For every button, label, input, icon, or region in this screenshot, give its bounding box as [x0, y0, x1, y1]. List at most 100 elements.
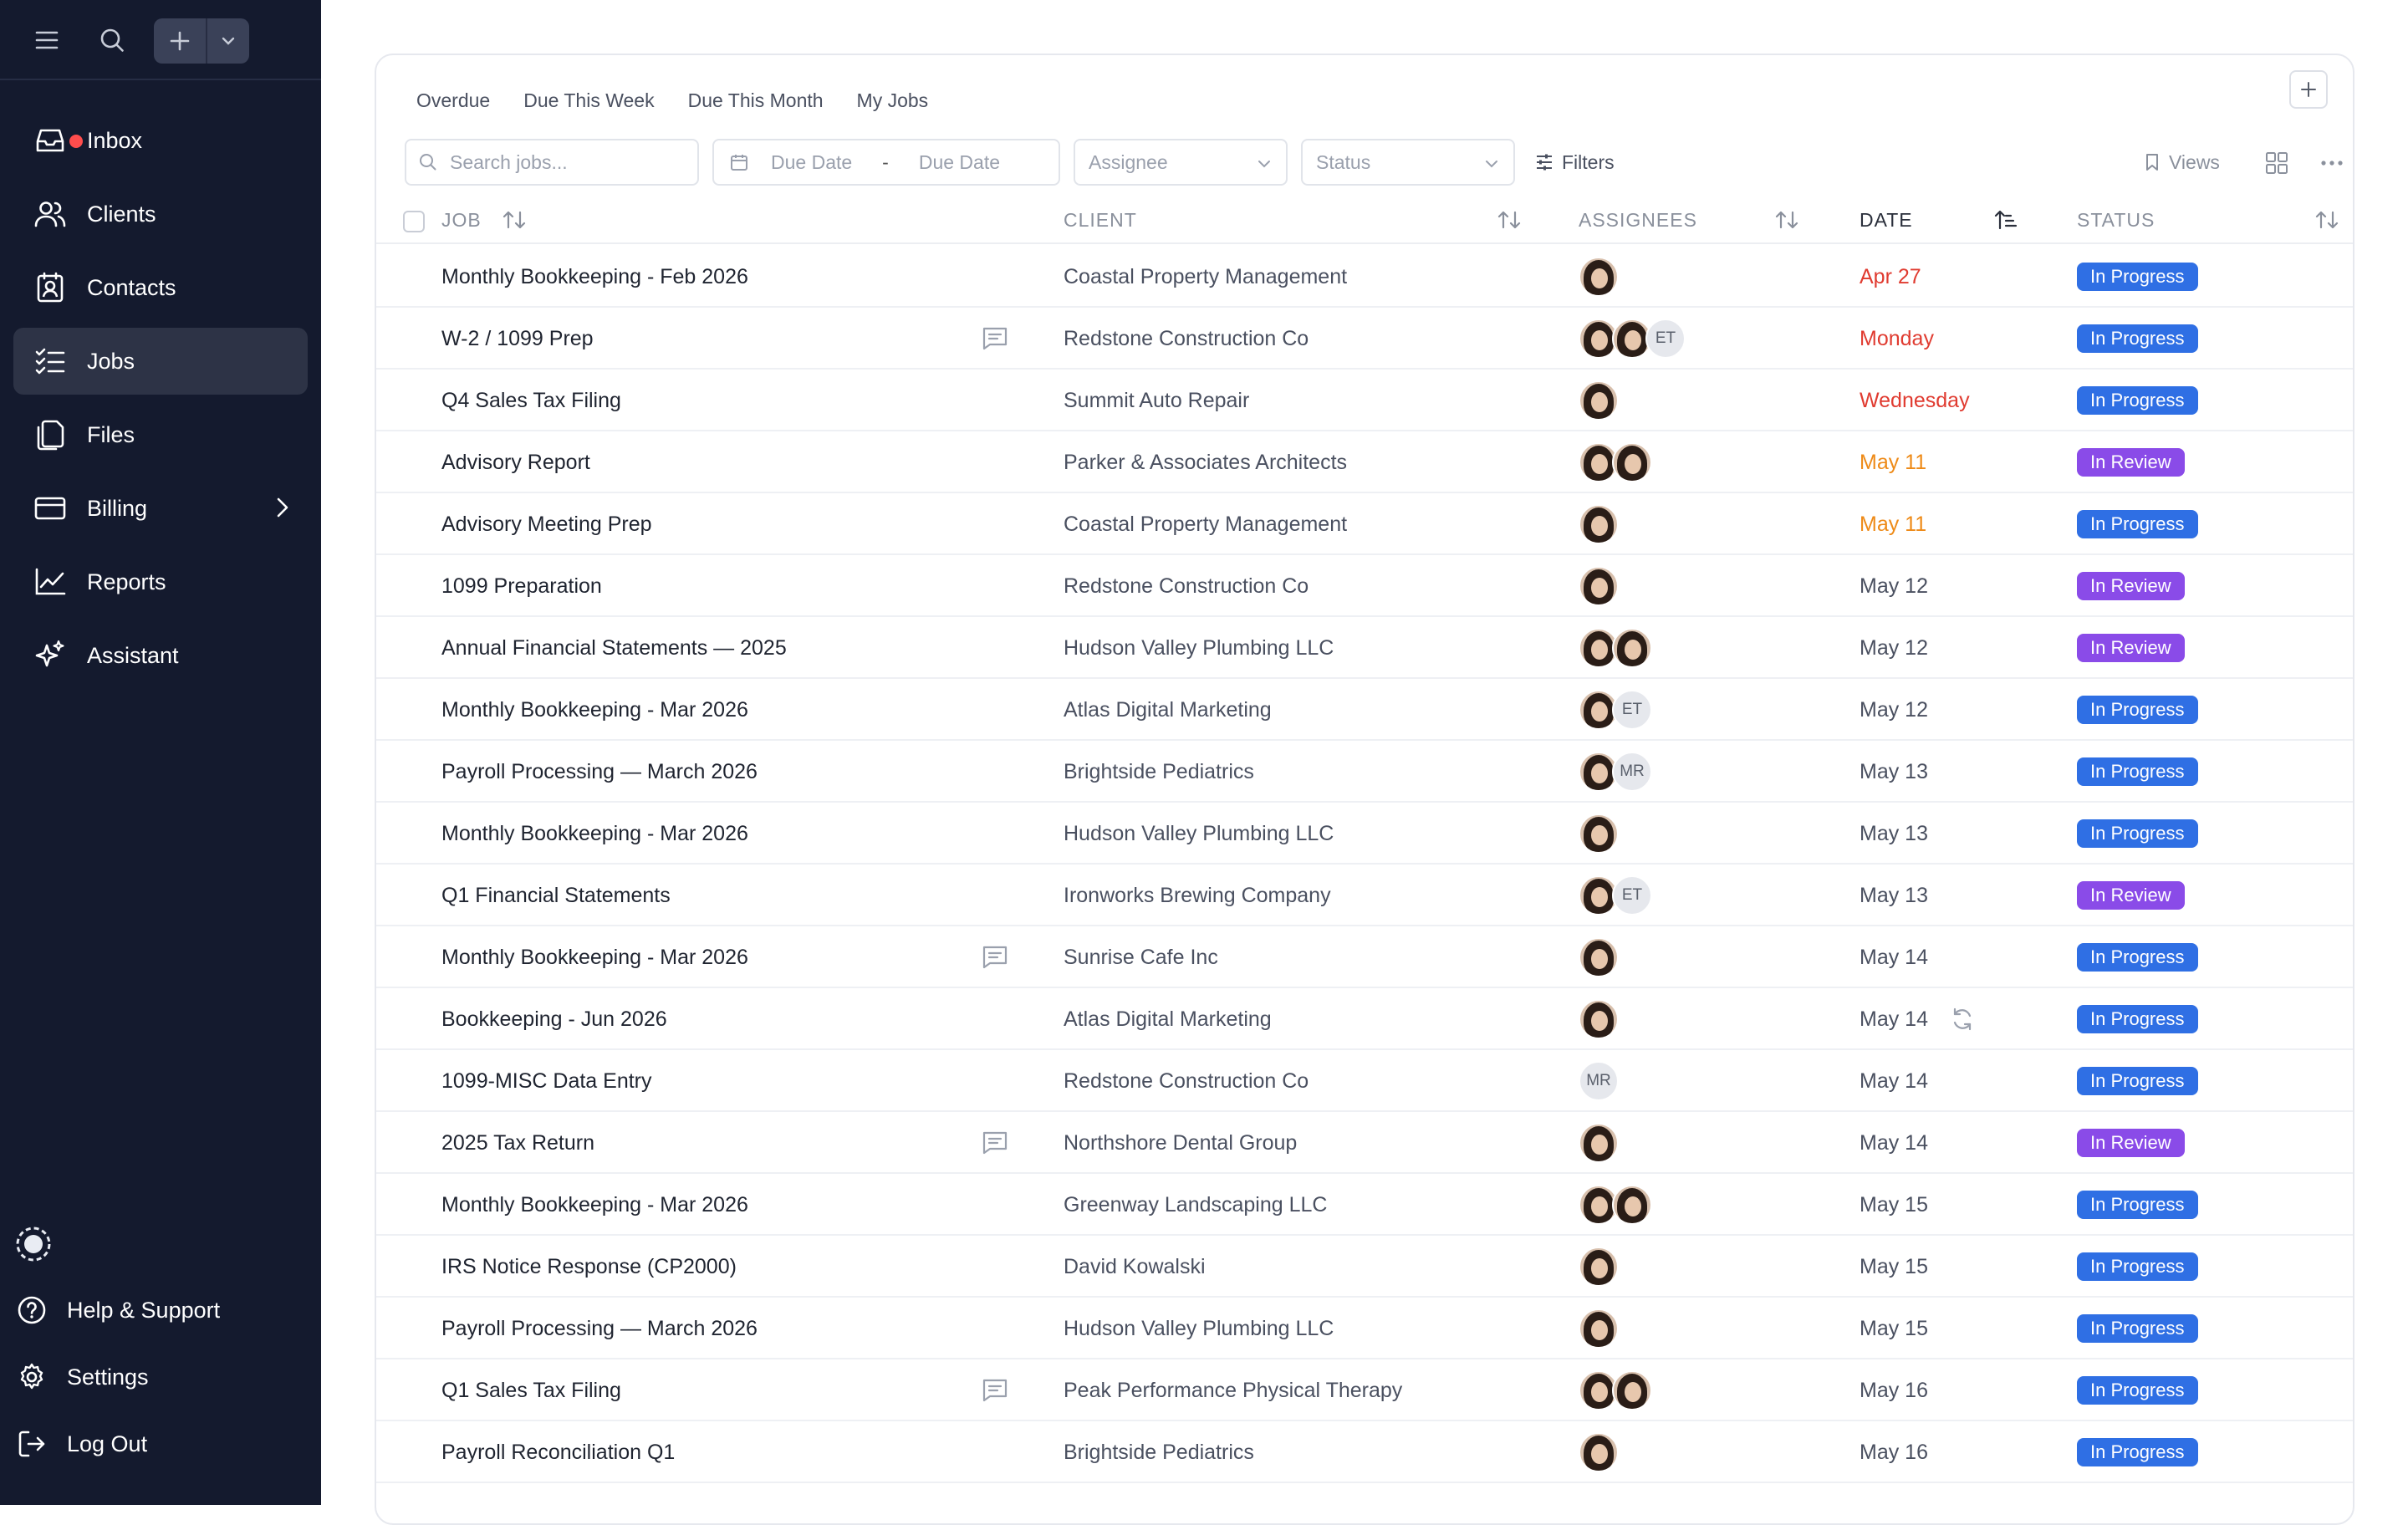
client-name[interactable]: Summit Auto Repair: [1064, 370, 1249, 431]
client-name[interactable]: Coastal Property Management: [1064, 493, 1347, 555]
avatar-initials[interactable]: MR: [1579, 1061, 1619, 1101]
comment-icon[interactable]: [982, 1378, 1008, 1407]
client-name[interactable]: Peak Performance Physical Therapy: [1064, 1359, 1402, 1421]
job-name[interactable]: 1099-MISC Data Entry: [441, 1050, 652, 1112]
create-new-button[interactable]: [154, 18, 249, 64]
job-name[interactable]: Advisory Meeting Prep: [441, 493, 652, 555]
status-badge[interactable]: In Review: [2077, 634, 2185, 662]
grid-view-icon[interactable]: [2264, 150, 2289, 180]
sidebar-item-reports[interactable]: Reports: [13, 548, 308, 615]
table-row[interactable]: Bookkeeping - Jun 2026 Atlas Digital Mark…: [376, 988, 2353, 1050]
table-row[interactable]: Monthly Bookkeeping - Mar 2026 Sunrise Ca…: [376, 926, 2353, 988]
table-row[interactable]: Payroll Reconciliation Q1 Brightside Pedi…: [376, 1421, 2353, 1483]
avatar[interactable]: [1579, 814, 1619, 854]
more-options-icon[interactable]: [2319, 150, 2344, 180]
client-name[interactable]: Brightside Pediatrics: [1064, 741, 1254, 803]
client-name[interactable]: Hudson Valley Plumbing LLC: [1064, 617, 1334, 679]
client-name[interactable]: Redstone Construction Co: [1064, 308, 1309, 370]
status-badge[interactable]: In Progress: [2077, 510, 2198, 538]
client-name[interactable]: Atlas Digital Marketing: [1064, 679, 1272, 741]
table-row[interactable]: 1099-MISC Data Entry Redstone Constructio…: [376, 1050, 2353, 1112]
avatar[interactable]: [1579, 257, 1619, 297]
hamburger-menu-icon[interactable]: [30, 23, 64, 57]
sidebar-item-files[interactable]: Files: [13, 401, 308, 468]
job-name[interactable]: Monthly Bookkeeping - Mar 2026: [441, 926, 748, 988]
due-date-end[interactable]: Due Date: [919, 151, 1000, 174]
status-badge[interactable]: In Progress: [2077, 1005, 2198, 1033]
filters-button[interactable]: Filters: [1535, 139, 1615, 186]
table-row[interactable]: Monthly Bookkeeping - Mar 2026 Greenway L…: [376, 1174, 2353, 1236]
table-row[interactable]: Monthly Bookkeeping - Mar 2026 Hudson Val…: [376, 803, 2353, 865]
status-select[interactable]: Status: [1301, 139, 1515, 186]
job-name[interactable]: 2025 Tax Return: [441, 1112, 594, 1174]
table-row[interactable]: 1099 Preparation Redstone Construction Co…: [376, 555, 2353, 617]
search-field[interactable]: [405, 139, 699, 186]
sort-icon[interactable]: [1497, 209, 1522, 231]
sidebar-item-jobs[interactable]: Jobs: [13, 328, 308, 395]
job-name[interactable]: Payroll Processing — March 2026: [441, 1298, 758, 1359]
status-badge[interactable]: In Progress: [2077, 1438, 2198, 1466]
avatar[interactable]: [1579, 999, 1619, 1039]
client-name[interactable]: David Kowalski: [1064, 1236, 1206, 1298]
sort-icon[interactable]: [502, 209, 527, 231]
status-badge[interactable]: In Progress: [2077, 757, 2198, 786]
table-row[interactable]: Monthly Bookkeeping - Mar 2026 Atlas Digi…: [376, 679, 2353, 741]
job-name[interactable]: W-2 / 1099 Prep: [441, 308, 594, 370]
assignee-select[interactable]: Assignee: [1074, 139, 1288, 186]
job-name[interactable]: Q1 Sales Tax Filing: [441, 1359, 621, 1421]
avatar[interactable]: [1579, 504, 1619, 544]
status-badge[interactable]: In Progress: [2077, 943, 2198, 972]
avatar[interactable]: [1579, 1123, 1619, 1163]
table-row[interactable]: W-2 / 1099 Prep Redstone Construction Co E…: [376, 308, 2353, 370]
chevron-right-icon[interactable]: [276, 497, 289, 523]
avatar-initials[interactable]: ET: [1612, 690, 1652, 730]
table-row[interactable]: Annual Financial Statements — 2025 Hudson…: [376, 617, 2353, 679]
job-name[interactable]: Monthly Bookkeeping - Mar 2026: [441, 803, 748, 865]
avatar-initials[interactable]: ET: [1612, 875, 1652, 916]
sort-ascending-icon[interactable]: [1993, 209, 2018, 231]
views-button[interactable]: Views: [2144, 139, 2220, 186]
sidebar-item-clients[interactable]: Clients: [13, 181, 308, 247]
sidebar-help-support-button[interactable]: Help & Support: [13, 1281, 308, 1339]
status-badge[interactable]: In Progress: [2077, 1191, 2198, 1219]
status-badge[interactable]: In Progress: [2077, 1376, 2198, 1405]
job-name[interactable]: Monthly Bookkeeping - Mar 2026: [441, 679, 748, 741]
table-row[interactable]: Advisory Meeting Prep Coastal Property Ma…: [376, 493, 2353, 555]
client-name[interactable]: Brightside Pediatrics: [1064, 1421, 1254, 1483]
sidebar-item-billing[interactable]: Billing: [13, 475, 308, 542]
table-row[interactable]: Advisory Report Parker & Associates Archi…: [376, 431, 2353, 493]
status-badge[interactable]: In Progress: [2077, 819, 2198, 848]
avatar[interactable]: [1579, 1247, 1619, 1287]
table-row[interactable]: Q4 Sales Tax Filing Summit Auto Repair Wed…: [376, 370, 2353, 431]
tab-due-this-week[interactable]: Due This Week: [523, 77, 654, 124]
status-badge[interactable]: In Progress: [2077, 324, 2198, 353]
job-name[interactable]: Monthly Bookkeeping - Mar 2026: [441, 1174, 748, 1236]
client-name[interactable]: Coastal Property Management: [1064, 246, 1347, 308]
column-header-status[interactable]: STATUS: [2077, 196, 2155, 244]
table-row[interactable]: Q1 Financial Statements Ironworks Brewing…: [376, 865, 2353, 926]
status-badge[interactable]: In Review: [2077, 1129, 2185, 1157]
select-all-checkbox[interactable]: [403, 211, 425, 232]
tab-due-this-month[interactable]: Due This Month: [688, 77, 824, 124]
column-header-job[interactable]: JOB: [441, 196, 482, 244]
avatar-initials[interactable]: ET: [1645, 319, 1686, 359]
tab-overdue[interactable]: Overdue: [416, 77, 490, 124]
comment-icon[interactable]: [982, 945, 1008, 974]
status-badge[interactable]: In Progress: [2077, 263, 2198, 291]
table-row[interactable]: IRS Notice Response (CP2000) David Kowals…: [376, 1236, 2353, 1298]
table-row[interactable]: Monthly Bookkeeping - Feb 2026 Coastal Pr…: [376, 246, 2353, 308]
avatar-initials[interactable]: MR: [1612, 752, 1652, 792]
table-row[interactable]: 2025 Tax Return Northshore Dental Group Ma…: [376, 1112, 2353, 1174]
sidebar-item-contacts[interactable]: Contacts: [13, 254, 308, 321]
sidebar-settings-button[interactable]: Settings: [13, 1348, 308, 1406]
column-header-client[interactable]: CLIENT: [1064, 196, 1137, 244]
due-date-range[interactable]: Due Date - Due Date: [712, 139, 1060, 186]
due-date-start[interactable]: Due Date: [771, 151, 852, 174]
avatar[interactable]: [1579, 380, 1619, 421]
job-name[interactable]: Q1 Financial Statements: [441, 865, 671, 926]
job-name[interactable]: Payroll Reconciliation Q1: [441, 1421, 675, 1483]
job-name[interactable]: Monthly Bookkeeping - Feb 2026: [441, 246, 748, 308]
table-row[interactable]: Q1 Sales Tax Filing Peak Performance Phys…: [376, 1359, 2353, 1421]
avatar[interactable]: [1612, 1185, 1652, 1225]
avatar[interactable]: [1579, 566, 1619, 606]
